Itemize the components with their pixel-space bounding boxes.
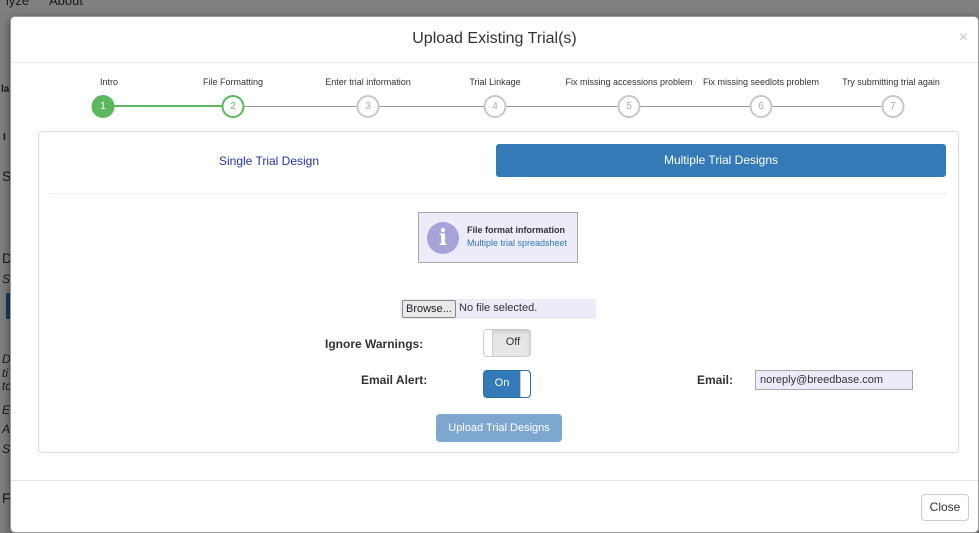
multiple-trial-spreadsheet-link[interactable]: Multiple trial spreadsheet (467, 238, 567, 248)
divider (49, 193, 948, 194)
step-circle-5[interactable]: 5 (617, 95, 641, 118)
toggle-knob (484, 330, 493, 356)
step-circle-7[interactable]: 7 (881, 95, 905, 118)
info-title: File format information (467, 225, 566, 235)
modal-header: Upload Existing Trial(s) × (11, 17, 978, 63)
step-circle-2[interactable]: 2 (221, 95, 245, 118)
upload-trial-designs-button[interactable]: Upload Trial Designs (436, 414, 562, 442)
email-alert-toggle[interactable]: On (483, 370, 531, 398)
close-button[interactable]: Close (921, 494, 969, 521)
modal-footer: Close (11, 480, 978, 532)
file-input[interactable]: Browse... No file selected. (400, 299, 596, 319)
step-label-trial-linkage: Trial Linkage (469, 77, 521, 87)
step-connector (109, 105, 233, 107)
email-label: Email: (697, 373, 734, 387)
step-connector (233, 106, 368, 107)
step-circle-1[interactable]: 1 (91, 95, 115, 118)
tab-single-trial-design[interactable]: Single Trial Design (49, 144, 489, 178)
toggle-knob (520, 371, 530, 397)
email-alert-label: Email Alert: (361, 373, 428, 387)
ignore-warnings-label: Ignore Warnings: (325, 337, 424, 351)
toggle-state: Off (505, 336, 521, 348)
toggle-state: On (494, 377, 510, 389)
step-connector (629, 106, 761, 107)
step-connector (761, 106, 893, 107)
wizard-stepper: Intro File Formatting Enter trial inform… (11, 75, 979, 125)
step-label-intro: Intro (99, 77, 119, 87)
step-label-trial-info: Enter trial information (325, 77, 411, 87)
step-label-missing-accessions: Fix missing accessions problem (565, 77, 693, 87)
tab-multiple-trial-designs[interactable]: Multiple Trial Designs (496, 144, 946, 177)
step-panel: Single Trial Design Multiple Trial Desig… (38, 131, 959, 453)
step-circle-4[interactable]: 4 (483, 95, 507, 118)
step-circle-6[interactable]: 6 (749, 95, 773, 118)
step-label-file-formatting: File Formatting (202, 77, 264, 87)
close-icon[interactable]: × (959, 29, 968, 47)
modal-title: Upload Existing Trial(s) (412, 30, 577, 47)
ignore-warnings-toggle[interactable]: Off (483, 329, 531, 357)
browse-button[interactable]: Browse... (402, 300, 456, 318)
info-icon: i (427, 222, 459, 254)
step-label-resubmit: Try submitting trial again (842, 77, 940, 87)
step-circle-3[interactable]: 3 (356, 95, 380, 118)
step-label-missing-seedlots: Fix missing seedlots problem (702, 77, 820, 87)
email-field[interactable] (755, 370, 913, 390)
step-connector (368, 106, 495, 107)
upload-trials-modal: Upload Existing Trial(s) × Intro File Fo… (10, 16, 979, 533)
file-status: No file selected. (459, 302, 538, 314)
file-format-info-box: i File format information Multiple trial… (418, 212, 578, 263)
step-connector (495, 106, 629, 107)
